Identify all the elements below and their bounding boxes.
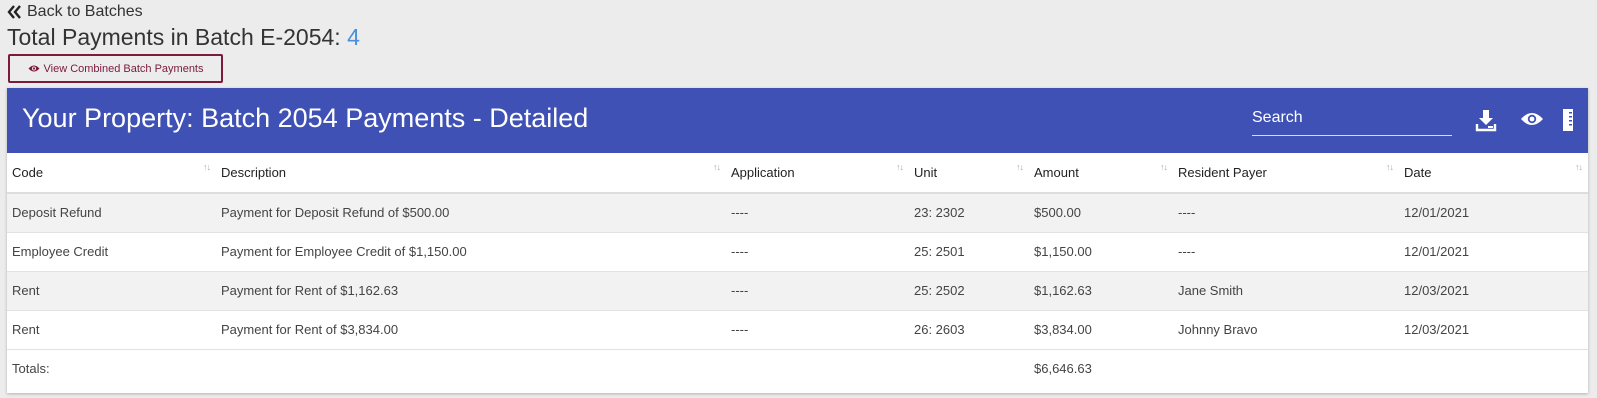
sort-icon: ↑↓ — [896, 162, 904, 172]
table-row: Employee Credit Payment for Employee Cre… — [7, 232, 1588, 272]
column-toggle-button[interactable] — [1562, 108, 1574, 132]
sort-icon: ↑↓ — [713, 162, 721, 172]
download-icon — [1475, 110, 1497, 132]
cell-amount: $1,150.00 — [1029, 232, 1173, 272]
column-header-description[interactable]: Description ↑↓ — [216, 153, 726, 194]
sort-icon: ↑↓ — [1386, 162, 1394, 172]
page-title: Total Payments in Batch E-2054: 4 — [7, 24, 360, 51]
cell-code: Rent — [7, 310, 216, 350]
cell-date: 12/01/2021 — [1399, 232, 1588, 272]
cell-resident-payer: Jane Smith — [1173, 271, 1399, 311]
totals-label: Totals: — [12, 361, 50, 377]
cell-code: Rent — [7, 271, 216, 311]
cell-description: Payment for Rent of $3,834.00 — [216, 310, 726, 350]
cell-date: 12/03/2021 — [1399, 271, 1588, 311]
title-prefix: Total Payments in Batch E-2054: — [7, 24, 348, 50]
visibility-button[interactable] — [1520, 110, 1544, 128]
cell-unit: 23: 2302 — [909, 193, 1029, 233]
sort-icon: ↑↓ — [1160, 162, 1168, 172]
cell-description: Payment for Deposit Refund of $500.00 — [216, 193, 726, 233]
cell-code: Deposit Refund — [7, 193, 216, 233]
card-title: Your Property: Batch 2054 Payments - Det… — [22, 103, 589, 133]
search-field — [1252, 104, 1452, 136]
cell-description: Payment for Rent of $1,162.63 — [216, 271, 726, 311]
cell-unit: 26: 2603 — [909, 310, 1029, 350]
column-header-application[interactable]: Application ↑↓ — [726, 153, 909, 194]
cell-code: Employee Credit — [7, 232, 216, 272]
view-combined-batch-payments-button[interactable]: View Combined Batch Payments — [8, 54, 223, 83]
cell-amount: $3,834.00 — [1029, 310, 1173, 350]
payments-table: Code ↑↓ Description ↑↓ Application ↑↓ Unit ↑… — [7, 153, 1588, 388]
cell-unit: 25: 2501 — [909, 232, 1029, 272]
eye-icon — [28, 65, 39, 72]
cell-date: 12/01/2021 — [1399, 193, 1588, 233]
combined-button-label: View Combined Batch Payments — [43, 62, 204, 75]
back-label: Back to Batches — [27, 3, 143, 20]
column-header-code[interactable]: Code ↑↓ — [7, 153, 216, 194]
table-row: Deposit Refund Payment for Deposit Refun… — [7, 193, 1588, 233]
eye-icon — [1521, 113, 1543, 125]
cell-application: ---- — [726, 310, 909, 350]
cell-amount: $1,162.63 — [1029, 271, 1173, 311]
cell-resident-payer: Johnny Bravo — [1173, 310, 1399, 350]
card-header: Your Property: Batch 2054 Payments - Det… — [7, 88, 1588, 153]
column-header-date[interactable]: Date ↑↓ — [1399, 153, 1588, 194]
totals-row: Totals: $6,646.63 — [7, 349, 1588, 388]
cell-resident-payer: ---- — [1173, 193, 1399, 233]
cell-description: Payment for Employee Credit of $1,150.00 — [216, 232, 726, 272]
cell-amount: $500.00 — [1029, 193, 1173, 233]
totals-amount: $6,646.63 — [1034, 361, 1092, 377]
sort-icon: ↑↓ — [1575, 162, 1583, 172]
column-header-amount[interactable]: Amount ↑↓ — [1029, 153, 1173, 194]
table-row: Rent Payment for Rent of $3,834.00 ---- … — [7, 310, 1588, 350]
cell-application: ---- — [726, 271, 909, 311]
search-input[interactable] — [1252, 104, 1452, 132]
sort-icon: ↑↓ — [203, 162, 211, 172]
cell-application: ---- — [726, 193, 909, 233]
payment-count: 4 — [347, 24, 360, 50]
column-header-resident-payer[interactable]: Resident Payer ↑↓ — [1173, 153, 1399, 194]
column-header-unit[interactable]: Unit ↑↓ — [909, 153, 1029, 194]
table-header-row: Code ↑↓ Description ↑↓ Application ↑↓ Unit ↑… — [7, 153, 1588, 194]
cell-unit: 25: 2502 — [909, 271, 1029, 311]
cell-date: 12/03/2021 — [1399, 310, 1588, 350]
sort-icon: ↑↓ — [1016, 162, 1024, 172]
cell-resident-payer: ---- — [1173, 232, 1399, 272]
cell-application: ---- — [726, 232, 909, 272]
download-button[interactable] — [1474, 108, 1498, 132]
column-toggle-icon — [1563, 109, 1573, 131]
table-row: Rent Payment for Rent of $1,162.63 ---- … — [7, 271, 1588, 311]
double-chevron-left-icon — [7, 5, 21, 19]
payments-card: Your Property: Batch 2054 Payments - Det… — [7, 88, 1588, 393]
back-to-batches-link[interactable]: Back to Batches — [7, 3, 143, 21]
